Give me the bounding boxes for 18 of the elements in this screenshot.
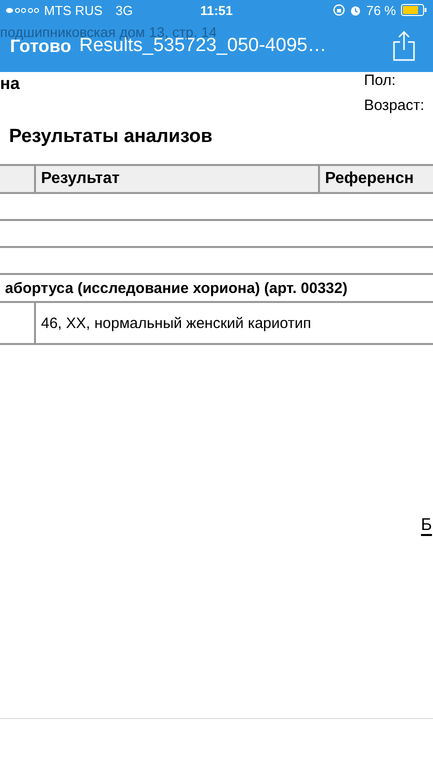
- column-header: Референсн: [324, 169, 415, 189]
- patient-name-text: на: [0, 74, 20, 95]
- cut-off-text: Б: [420, 515, 432, 536]
- network-type: 3G: [116, 2, 133, 18]
- share-icon[interactable]: [393, 31, 415, 61]
- test-name-cell-text: абортуса (исследование хориона) (арт. 00332): [4, 278, 348, 298]
- field-label: Пол:: [364, 72, 397, 89]
- column-header: Результат: [36, 166, 320, 192]
- rotation-lock-icon: [333, 4, 346, 16]
- alarm-icon: [350, 4, 362, 16]
- battery-icon: [401, 4, 427, 16]
- table-cell-text: 46, XX, нормальный женский кариотип: [40, 314, 312, 334]
- clock-time: 11:51: [200, 2, 233, 18]
- field-label: Возраст:: [364, 97, 426, 114]
- signal-icon: [6, 8, 39, 12]
- battery-percent: 76 %: [366, 2, 396, 18]
- section-heading: Результаты анализов: [9, 126, 214, 149]
- carrier-name: MTS RUS: [44, 2, 102, 18]
